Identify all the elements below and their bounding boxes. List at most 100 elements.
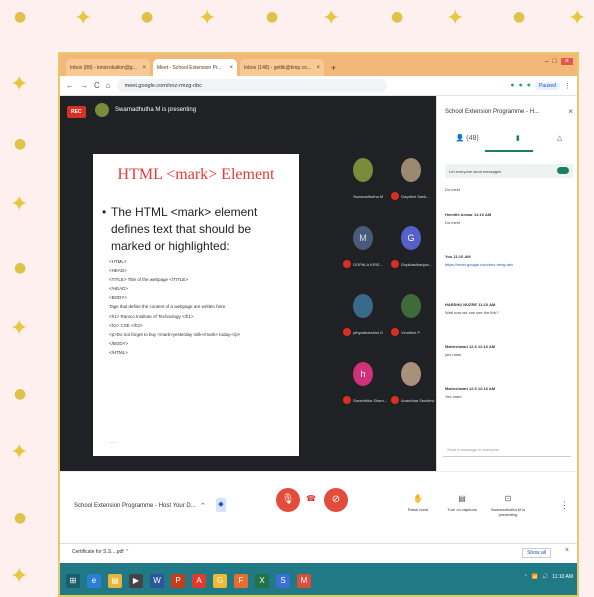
start-icon[interactable]: ⊞	[66, 574, 80, 588]
avatar: h	[353, 362, 373, 386]
chat-panel: School Extension Programme - H... × 👤 (4…	[436, 96, 579, 471]
participant-name: Vinothini P	[401, 330, 421, 335]
raise-hand-button[interactable]: ✋ Raise hand	[398, 494, 438, 512]
mail-icon[interactable]: M	[297, 574, 311, 588]
participant-tile[interactable]: Swarnadhutha M	[340, 148, 385, 210]
send-permission-toggle[interactable]	[557, 167, 569, 174]
panel-title: School Extension Programme - H...	[445, 109, 540, 115]
url-input[interactable]: meet.google.com/nnz-rmzg-nbc	[116, 79, 387, 92]
firefox-icon[interactable]: F	[234, 574, 248, 588]
participant-tile[interactable]: G Gopikasthanjan...	[388, 216, 433, 278]
shield-icon[interactable]: ◆	[216, 498, 226, 512]
captions-icon: ▤	[458, 494, 466, 503]
minimize-button[interactable]: –	[545, 58, 549, 65]
participant-tile[interactable]: Gayathri Sank...	[388, 148, 433, 210]
back-icon[interactable]: ←	[66, 81, 74, 90]
more-options-icon[interactable]: ⋮	[560, 500, 569, 511]
tab-label: Inbox (148) - gettik@kmp.co...	[244, 64, 312, 71]
chat-message-input[interactable]: Send a message to everyone	[443, 443, 571, 457]
tab-inbox-2[interactable]: Inbox (148) - gettik@kmp.co... ×	[240, 59, 324, 76]
window-close-button[interactable]: ×	[560, 58, 573, 65]
end-call-icon[interactable]: ☎	[306, 494, 316, 503]
chrome-icon[interactable]: G	[213, 574, 227, 588]
send-permission-row: Let everyone send messages	[445, 164, 573, 178]
acrobat-icon[interactable]: A	[192, 574, 206, 588]
close-icon[interactable]: ×	[565, 547, 569, 554]
system-tray: ⌃ 📶 🔊 11:10 AM	[524, 574, 573, 580]
download-item[interactable]: Certificate for S.S....pdf ⌃	[72, 549, 129, 555]
tab-inbox[interactable]: Inbox (88) - kmicrokalkm@g... ×	[66, 59, 150, 76]
toggle-label: Let everyone send messages	[449, 168, 502, 174]
tab-people[interactable]: 👤 (48)	[456, 134, 479, 142]
network-icon[interactable]: 📶	[532, 574, 538, 580]
forward-icon[interactable]: →	[80, 81, 88, 90]
message-sender: You 11:10 AM	[445, 254, 471, 259]
participant-tile[interactable]: pthyadharshini D	[340, 284, 385, 346]
chat-scrollbar[interactable]	[577, 396, 579, 424]
captions-button[interactable]: ▤ Turn on captions	[442, 494, 482, 512]
presenter-text: Swarnadhutha M is presenting	[115, 107, 197, 113]
tab-meet[interactable]: Meet - School Extension Pr... ×	[153, 59, 237, 76]
home-icon[interactable]: ⌂	[106, 81, 111, 90]
extension-icon[interactable]: ●	[519, 82, 523, 89]
powerpoint-icon[interactable]: P	[171, 574, 185, 588]
show-all-button[interactable]: Show all	[522, 548, 551, 558]
message-text: Do meet	[445, 220, 461, 225]
screenshot-frame: Inbox (88) - kmicrokalkm@g... × Meet - S…	[58, 52, 579, 597]
word-icon[interactable]: W	[150, 574, 164, 588]
chevron-up-icon[interactable]: ⌃	[200, 502, 206, 510]
mic-toggle-button[interactable]: 🎙	[276, 488, 300, 512]
message-sender: Maheshwari 12.6 11:16 AM	[445, 344, 496, 349]
participant-name: Gayathri Sank...	[401, 194, 430, 199]
hand-icon: ✋	[413, 494, 423, 503]
message-link[interactable]: https://meet.google.com/nnz-rmzg-nbc	[445, 262, 573, 267]
decor-star-left-5: ✦	[10, 564, 29, 589]
presenting-button[interactable]: ⊡ Swarnadhutha M is presenting	[488, 494, 528, 517]
close-icon[interactable]: ×	[316, 65, 320, 71]
decor-star-left-1: ✦	[10, 72, 29, 97]
participant-tile[interactable]: M GOPALA KRIS...	[340, 216, 385, 278]
close-icon[interactable]: ×	[142, 65, 146, 71]
code-line: <TITLE> Title of the webpage </TITLE>	[109, 277, 189, 283]
message-text: Wait now we can see the link?	[445, 310, 499, 315]
edge-icon[interactable]: e	[87, 574, 101, 588]
reload-icon[interactable]: C	[94, 81, 100, 90]
participant-tile[interactable]: h Saranthika Sharn...	[340, 352, 387, 414]
file-explorer-icon[interactable]: ▤	[108, 574, 122, 588]
tab-activities[interactable]: △	[557, 134, 562, 142]
chevron-up-icon[interactable]: ⌃	[524, 574, 528, 580]
decor-star-top-1: ✦	[74, 6, 93, 31]
media-icon[interactable]: ▶	[129, 574, 143, 588]
decor-star-left-4: ✦	[10, 440, 29, 465]
taskbar: ⊞ e ▤ ▶ W P A G F X S M ⌃ 📶 🔊 11:10 AM	[60, 563, 577, 595]
volume-icon[interactable]: 🔊	[542, 574, 548, 580]
mic-off-icon	[343, 260, 351, 268]
slide-code: <HTML> <HEAD> <TITLE> Title of the webpa…	[109, 257, 294, 357]
chat-message: You 11:10 AM https://meet.google.com/nnz…	[445, 254, 573, 267]
skype-icon[interactable]: S	[276, 574, 290, 588]
meet-stage: REC Swarnadhutha M is presenting HTML <m…	[60, 96, 436, 471]
decor-dot-top-2: ●	[141, 9, 154, 25]
camera-toggle-button[interactable]: ⊘	[324, 488, 348, 512]
chat-message: Hemithi Anwar 11:10 AM Do meet	[445, 212, 573, 225]
excel-icon[interactable]: X	[255, 574, 269, 588]
menu-icon[interactable]: ⋮	[564, 82, 571, 90]
presenting-label: Swarnadhutha M is presenting	[490, 507, 526, 517]
close-icon[interactable]: ×	[229, 65, 233, 71]
extension-icon[interactable]: ●	[510, 82, 514, 89]
slide-bullet: The HTML <mark> element defines text tha…	[102, 204, 291, 255]
participant-tile[interactable]: Ananthaa Sesidevi	[388, 352, 434, 414]
maximize-button[interactable]: □	[553, 58, 557, 65]
tab-chat[interactable]: ▮	[516, 134, 520, 142]
chat-message: Maheshwari 12.6 11:16 AM Yes mam	[445, 386, 573, 399]
participant-tile[interactable]: Vinothini P	[388, 284, 433, 346]
clock[interactable]: 11:10 AM	[552, 574, 573, 580]
profile-paused-button[interactable]: Paused	[535, 81, 560, 90]
decor-dot-left-3: ●	[14, 386, 27, 402]
close-icon[interactable]: ×	[568, 107, 573, 116]
code-line: </BODY>	[109, 340, 129, 346]
code-line: </HEAD>	[109, 286, 129, 292]
new-tab-button[interactable]: +	[327, 59, 340, 76]
chat-message: HARSHU NUZRE 11:10 AM Wait now we can se…	[445, 302, 573, 315]
extension-icon[interactable]: ●	[527, 82, 531, 89]
